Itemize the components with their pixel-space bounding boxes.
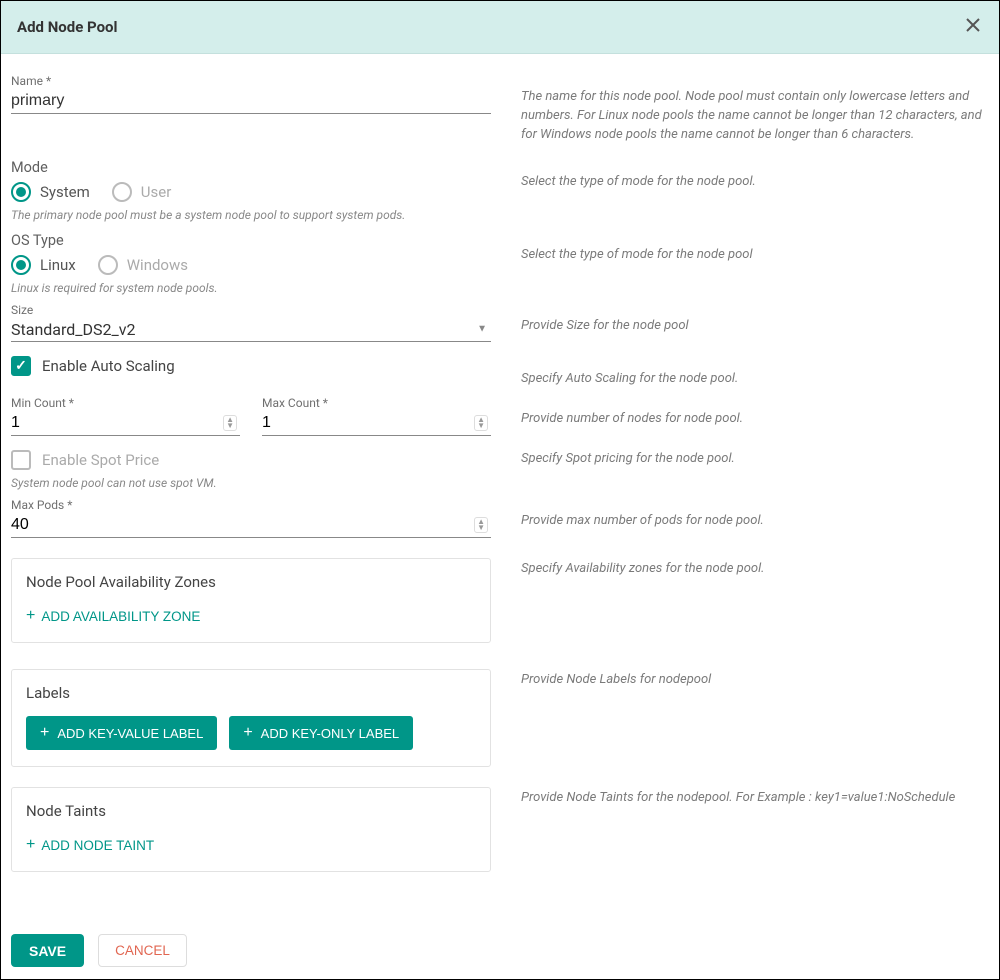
os-linux-radio[interactable]: Linux <box>11 255 76 275</box>
spot-hint: Specify Spot pricing for the node pool. <box>521 450 983 469</box>
mode-radio-group: System User <box>11 182 491 202</box>
taints-hint: Provide Node Taints for the nodepool. Fo… <box>521 789 983 808</box>
os-radio-group: Linux Windows <box>11 255 491 275</box>
add-kv-label-button[interactable]: + ADD KEY-VALUE LABEL <box>26 716 217 750</box>
min-count-label: Min Count * <box>11 396 240 410</box>
size-value: Standard_DS2_v2 <box>11 320 135 339</box>
plus-icon: + <box>26 608 35 624</box>
os-hint: Select the type of mode for the node poo… <box>521 246 983 265</box>
save-button[interactable]: SAVE <box>11 934 84 967</box>
spot-toggle[interactable]: Enable Spot Price <box>11 450 491 470</box>
checkbox-icon: ✓ <box>11 356 31 376</box>
plus-icon: + <box>26 837 35 853</box>
zones-title: Node Pool Availability Zones <box>26 573 476 591</box>
add-keyonly-label-text: ADD KEY-ONLY LABEL <box>261 726 400 741</box>
radio-icon <box>98 255 118 275</box>
max-count-input[interactable] <box>262 411 491 435</box>
plus-icon: + <box>40 725 49 741</box>
size-hint: Provide Size for the node pool <box>521 317 983 336</box>
max-pods-hint: Provide max number of pods for node pool… <box>521 512 983 531</box>
mode-label: Mode <box>11 159 491 176</box>
add-availability-zone-button[interactable]: + ADD AVAILABILITY ZONE <box>26 606 200 626</box>
add-keyonly-label-button[interactable]: + ADD KEY-ONLY LABEL <box>229 716 413 750</box>
mode-hint: Select the type of mode for the node poo… <box>521 173 983 192</box>
dialog-header: Add Node Pool <box>1 1 999 54</box>
plus-icon: + <box>243 725 252 741</box>
taints-card: Node Taints + ADD NODE TAINT <box>11 787 491 872</box>
stepper-icon[interactable]: ▲▼ <box>223 415 237 431</box>
autoscale-label: Enable Auto Scaling <box>42 357 175 375</box>
add-zone-label: ADD AVAILABILITY ZONE <box>41 609 200 624</box>
zones-card: Node Pool Availability Zones + ADD AVAIL… <box>11 558 491 643</box>
chevron-down-icon: ▼ <box>477 324 487 335</box>
os-helper: Linux is required for system node pools. <box>11 281 491 295</box>
dialog-body: Name * The name for this node pool. Node… <box>1 54 999 924</box>
max-pods-label: Max Pods * <box>11 498 491 512</box>
stepper-icon[interactable]: ▲▼ <box>474 415 488 431</box>
checkbox-icon <box>11 450 31 470</box>
autoscale-hint: Specify Auto Scaling for the node pool. <box>521 370 983 389</box>
name-hint: The name for this node pool. Node pool m… <box>521 88 983 145</box>
spot-label: Enable Spot Price <box>42 451 159 469</box>
max-count-label: Max Count * <box>262 396 491 410</box>
mode-user-radio[interactable]: User <box>112 182 172 202</box>
add-node-taint-button[interactable]: + ADD NODE TAINT <box>26 835 154 855</box>
close-icon[interactable] <box>963 15 983 39</box>
labels-title: Labels <box>26 684 476 702</box>
size-select[interactable]: Standard_DS2_v2 ▼ <box>11 318 491 342</box>
labels-hint: Provide Node Labels for nodepool <box>521 671 983 690</box>
os-windows-radio[interactable]: Windows <box>98 255 188 275</box>
os-linux-label: Linux <box>40 256 76 274</box>
radio-icon <box>11 255 31 275</box>
size-label: Size <box>11 303 491 317</box>
min-count-input[interactable] <box>11 411 240 435</box>
mode-helper: The primary node pool must be a system n… <box>11 208 491 222</box>
mode-system-radio[interactable]: System <box>11 182 90 202</box>
mode-system-label: System <box>40 183 90 201</box>
spot-helper: System node pool can not use spot VM. <box>11 476 491 490</box>
taints-title: Node Taints <box>26 802 476 820</box>
radio-icon <box>11 182 31 202</box>
counts-hint: Provide number of nodes for node pool. <box>521 410 983 429</box>
zones-hint: Specify Availability zones for the node … <box>521 560 983 579</box>
name-label: Name * <box>11 74 491 88</box>
add-kv-label-text: ADD KEY-VALUE LABEL <box>57 726 203 741</box>
max-pods-input[interactable] <box>11 513 491 537</box>
dialog-title: Add Node Pool <box>17 18 118 36</box>
os-label: OS Type <box>11 232 491 249</box>
stepper-icon[interactable]: ▲▼ <box>474 517 488 533</box>
os-windows-label: Windows <box>127 256 188 274</box>
autoscale-toggle[interactable]: ✓ Enable Auto Scaling <box>11 356 491 376</box>
radio-icon <box>112 182 132 202</box>
mode-user-label: User <box>141 183 172 201</box>
name-input[interactable] <box>11 89 491 114</box>
dialog-footer: SAVE CANCEL <box>1 924 999 979</box>
labels-card: Labels + ADD KEY-VALUE LABEL + ADD KEY-O… <box>11 669 491 767</box>
cancel-button[interactable]: CANCEL <box>98 934 187 967</box>
add-taint-label: ADD NODE TAINT <box>41 838 154 853</box>
